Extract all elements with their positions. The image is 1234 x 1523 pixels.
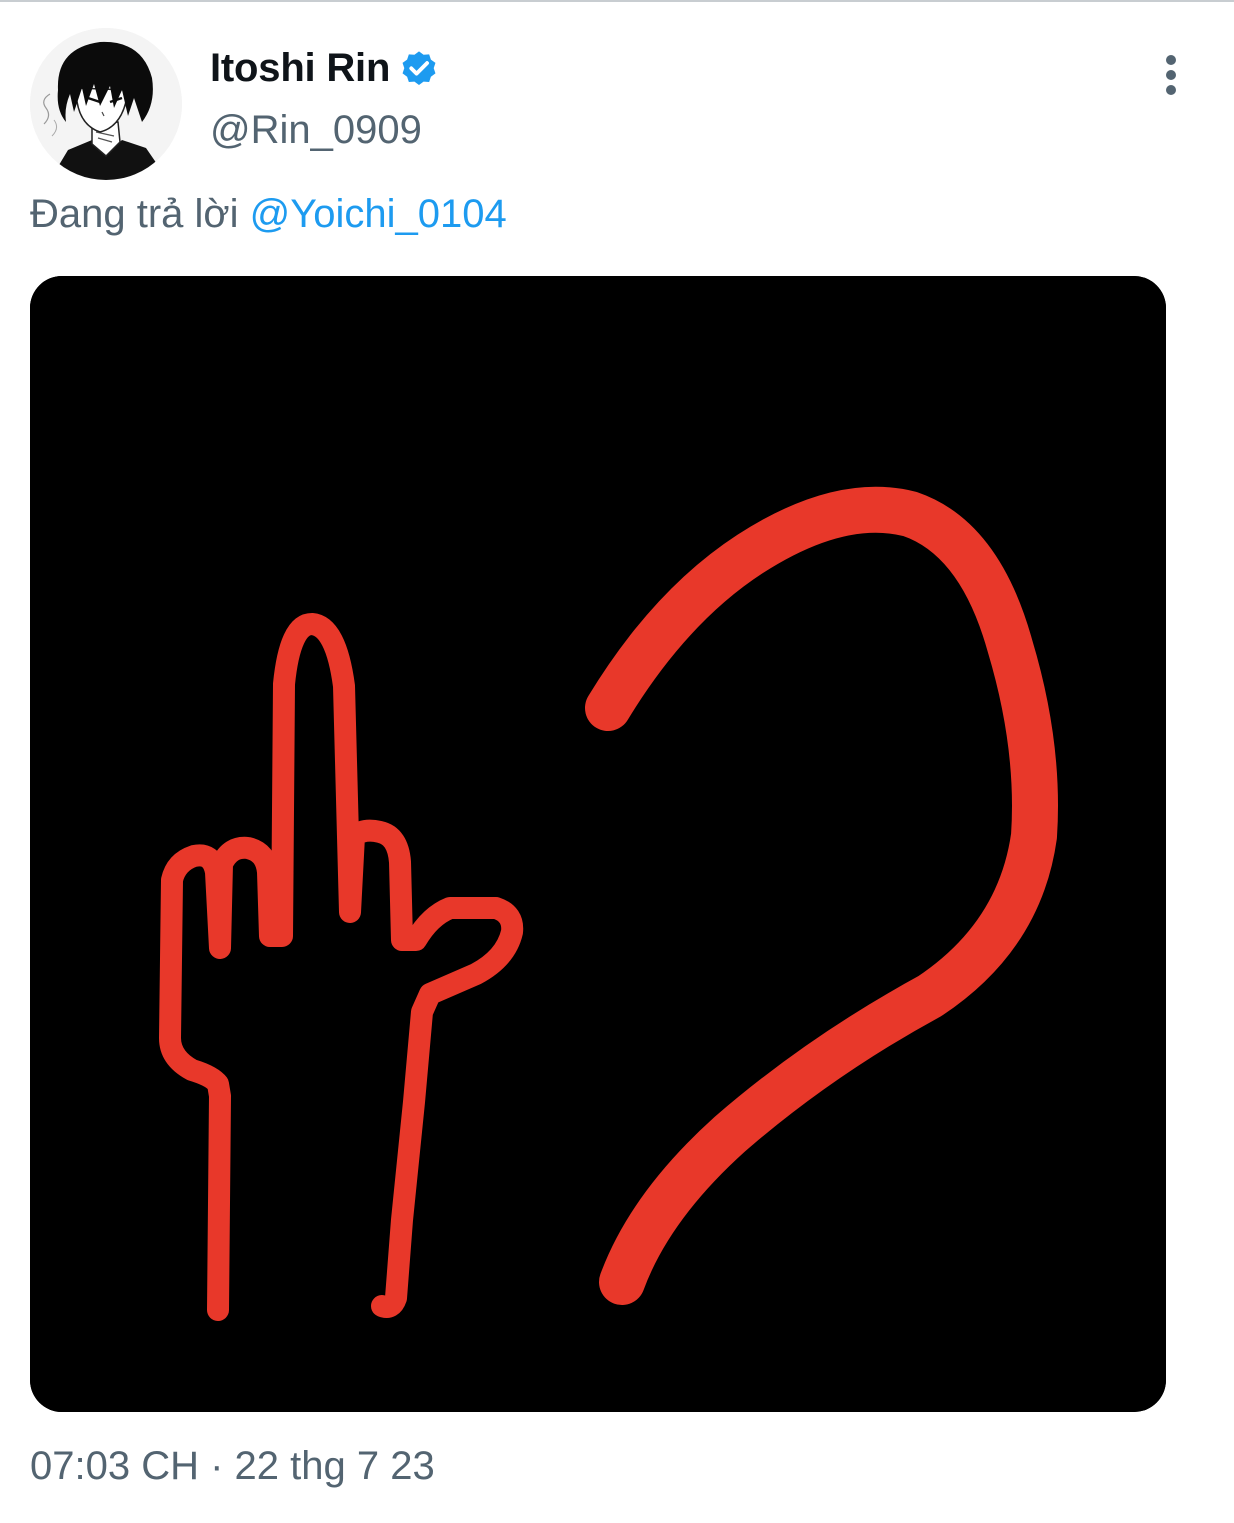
tweet-timestamp[interactable]: 07:03 CH · 22 thg 7 23 — [30, 1444, 435, 1489]
author-name-row[interactable]: Itoshi Rin — [210, 40, 440, 96]
replying-to-mention-link[interactable]: @Yoichi_0104 — [250, 192, 507, 236]
replying-to-line: Đang trả lời @Yoichi_0104 — [30, 192, 507, 237]
verified-badge-icon — [402, 51, 436, 85]
author-handle[interactable]: @Rin_0909 — [210, 108, 422, 153]
more-options-button[interactable] — [1148, 48, 1194, 104]
tweet-media-image[interactable] — [30, 276, 1166, 1412]
top-divider — [0, 0, 1234, 2]
replying-to-prefix: Đang trả lời — [30, 192, 250, 236]
anime-character-avatar-icon — [30, 28, 182, 180]
drawing-image — [30, 276, 1166, 1412]
author-display-name[interactable]: Itoshi Rin — [210, 46, 390, 91]
vertical-ellipsis-icon — [1166, 55, 1176, 95]
author-avatar[interactable] — [30, 28, 182, 180]
